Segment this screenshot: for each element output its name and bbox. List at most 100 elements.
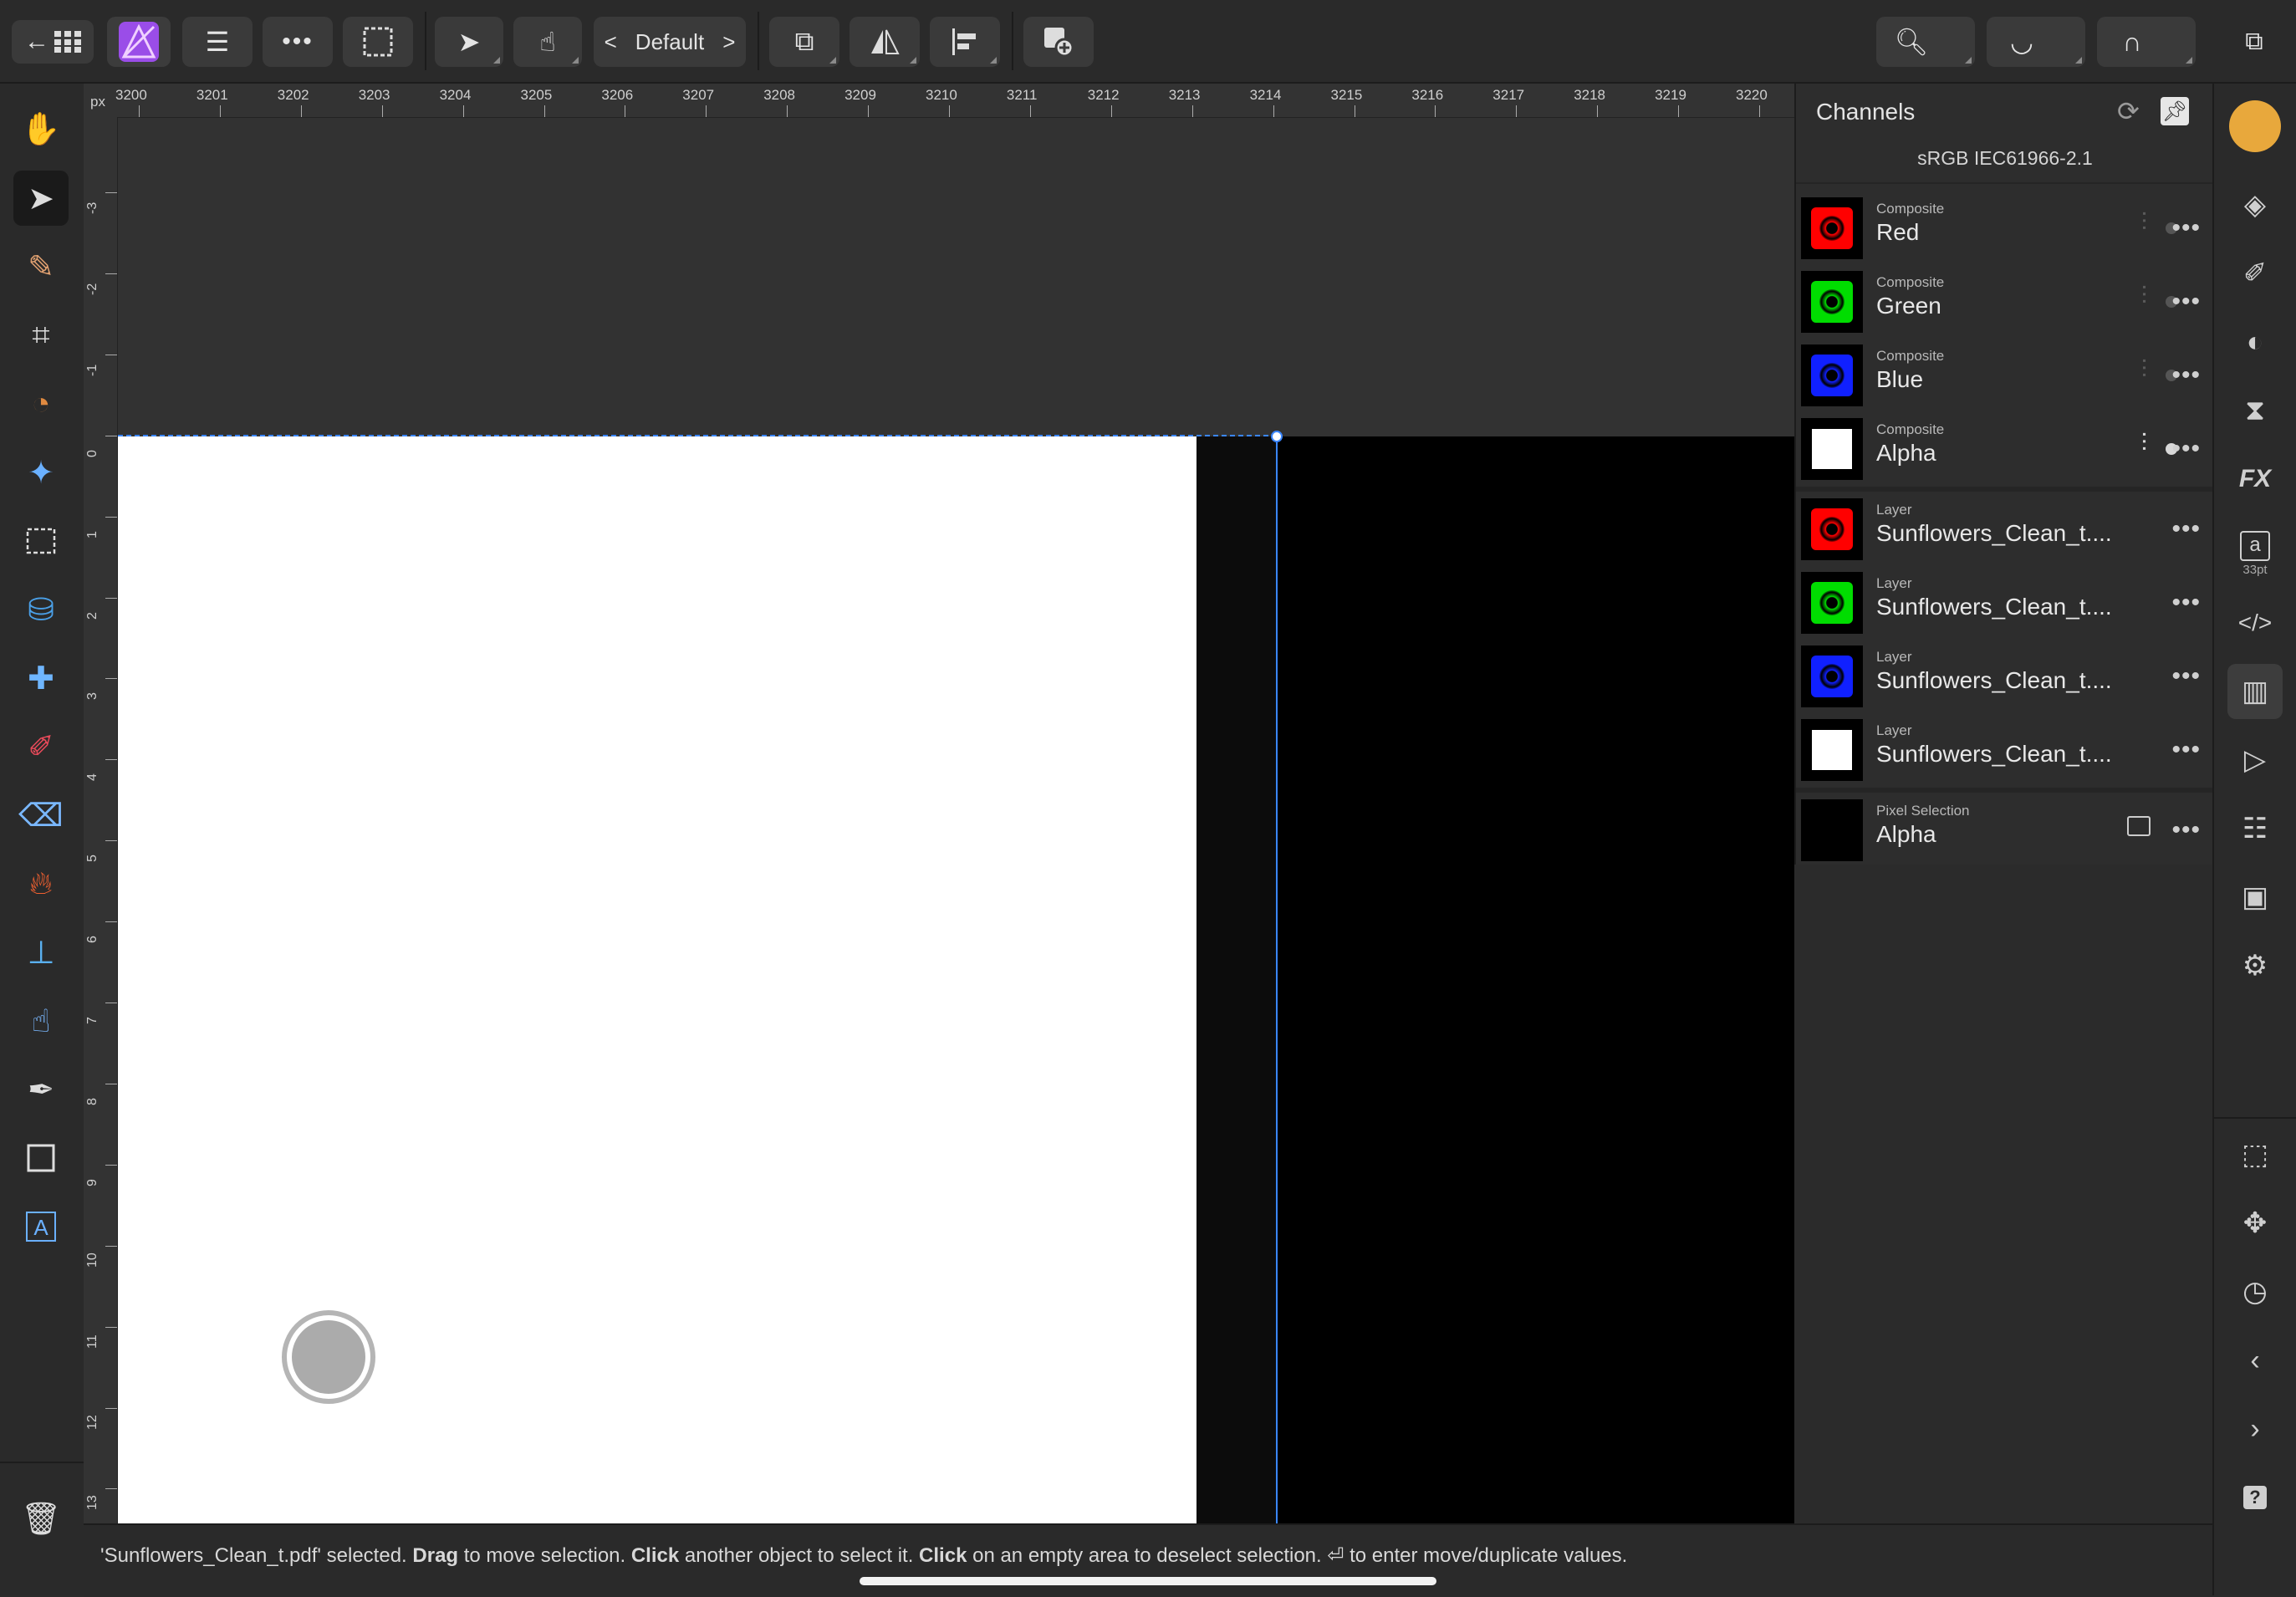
paint-brush-tool[interactable]: ✐ bbox=[13, 719, 69, 774]
more-options-icon[interactable]: ••• bbox=[2171, 214, 2201, 242]
hand-tool[interactable]: ✋ bbox=[13, 102, 69, 157]
more-options-icon[interactable]: ••• bbox=[2171, 435, 2201, 463]
adjustments-studio-button[interactable]: ◐ bbox=[2227, 314, 2283, 370]
pixel-selection-row[interactable]: Pixel Selection Alpha ••• bbox=[1801, 794, 2209, 865]
collapse-left-button[interactable]: ‹ bbox=[2227, 1333, 2283, 1388]
flip-button[interactable] bbox=[850, 17, 920, 67]
navigator-studio-button[interactable]: ▣ bbox=[2227, 870, 2283, 925]
ruler-tick-label: 8 bbox=[85, 1097, 99, 1105]
collapse-right-button[interactable]: › bbox=[2227, 1401, 2283, 1457]
more-options-icon[interactable]: ••• bbox=[2171, 361, 2201, 390]
composite-channel-row[interactable]: Composite Green ⫶ ••• bbox=[1801, 266, 2209, 336]
pen-tool[interactable]: ✒ bbox=[13, 1062, 69, 1117]
back-to-home-button[interactable]: ← bbox=[12, 20, 94, 64]
move-tool-mode-button[interactable]: ➤ bbox=[435, 17, 503, 67]
flood-select-tool[interactable]: ✦ bbox=[13, 445, 69, 500]
composite-channel-row[interactable]: Composite Red ⫶ ••• bbox=[1801, 192, 2209, 263]
selection-handle[interactable] bbox=[1271, 431, 1283, 442]
stock-studio-button[interactable]: ☷ bbox=[2227, 801, 2283, 856]
selection-brush-tool[interactable]: ◔ bbox=[13, 376, 69, 431]
fx-studio-button[interactable]: FX bbox=[2227, 452, 2283, 507]
brushes-studio-button[interactable]: ✐ bbox=[2227, 246, 2283, 301]
touch-modifier-button[interactable] bbox=[282, 1310, 375, 1404]
preset-prev-button[interactable]: < bbox=[605, 29, 617, 55]
move-tool[interactable]: ➤ bbox=[13, 171, 69, 226]
smudge-brush-tool[interactable]: ☝ bbox=[13, 993, 69, 1049]
export-button[interactable]: ⧉ bbox=[2231, 17, 2278, 67]
align-button[interactable] bbox=[930, 17, 1000, 67]
layer-channel-row[interactable]: Layer Sunflowers_Clean_t.... ••• bbox=[1801, 567, 2209, 637]
channel-kind-label: Composite bbox=[1876, 348, 1945, 364]
marquee-tool[interactable] bbox=[13, 513, 69, 569]
document-settings-button[interactable]: ⚙ bbox=[2227, 938, 2283, 993]
layers-icon: ◈ bbox=[2243, 189, 2267, 221]
view-mode-button[interactable]: ◡ bbox=[1987, 17, 2085, 67]
brush-icon: ✐ bbox=[2242, 258, 2268, 289]
composite-channel-row[interactable]: Composite Blue ⫶ ••• bbox=[1801, 339, 2209, 410]
more-options-icon[interactable]: ••• bbox=[2171, 589, 2201, 617]
move-studio-button[interactable]: ✥ bbox=[2227, 1196, 2283, 1251]
channel-levels-button[interactable]: ⫶ bbox=[2141, 209, 2148, 237]
text-studio-button[interactable]: a 33pt bbox=[2227, 520, 2283, 587]
macros-studio-button[interactable]: ▷ bbox=[2227, 732, 2283, 788]
preset-selector[interactable]: < Default > bbox=[594, 17, 746, 67]
transform-studio-button[interactable]: ⬚ bbox=[2227, 1127, 2283, 1182]
help-button[interactable]: ? bbox=[2227, 1470, 2283, 1525]
channel-levels-button[interactable]: ⫶ bbox=[2141, 430, 2148, 458]
more-options-icon[interactable]: ••• bbox=[2171, 288, 2201, 316]
layer-channel-row[interactable]: Layer Sunflowers_Clean_t.... ••• bbox=[1801, 493, 2209, 564]
refresh-icon[interactable]: ⟳ bbox=[2117, 95, 2140, 127]
cursor-arrow-icon: ➤ bbox=[457, 27, 481, 57]
more-options-icon[interactable]: ••• bbox=[2171, 662, 2201, 691]
color-studio-button[interactable] bbox=[2227, 99, 2283, 154]
crop-tool[interactable]: ⌗ bbox=[13, 308, 69, 363]
ruler-tick-label: 1 bbox=[85, 530, 99, 538]
add-layer-button[interactable] bbox=[1023, 17, 1094, 67]
erase-brush-tool[interactable]: ⌫ bbox=[13, 788, 69, 843]
flood-fill-tool[interactable]: ⛁ bbox=[13, 582, 69, 637]
document-canvas[interactable] bbox=[118, 118, 1794, 1523]
code-studio-button[interactable]: </> bbox=[2227, 595, 2283, 651]
snapping-button[interactable]: ∩ bbox=[2097, 17, 2196, 67]
color-picker-tool[interactable]: ✎ bbox=[13, 239, 69, 294]
zoom-button[interactable]: 🔍︎ bbox=[1876, 17, 1975, 67]
channel-levels-button[interactable]: ⫶ bbox=[2141, 356, 2148, 385]
preset-next-button[interactable]: > bbox=[722, 29, 735, 55]
pin-panel-button[interactable]: 📌︎ bbox=[2161, 97, 2189, 125]
layer-channel-row[interactable]: Layer Sunflowers_Clean_t.... ••• bbox=[1801, 714, 2209, 784]
layers-studio-button[interactable]: ◈ bbox=[2227, 177, 2283, 232]
history-studio-button[interactable]: ⧗ bbox=[2227, 383, 2283, 438]
history-clock-button[interactable]: ◷ bbox=[2227, 1264, 2283, 1319]
channel-kind-label: Composite bbox=[1876, 274, 1945, 290]
composite-channel-row[interactable]: Composite Alpha ⫶ ••• bbox=[1801, 413, 2209, 483]
app-persona-button[interactable] bbox=[107, 17, 171, 67]
clone-brush-tool[interactable]: ⊥ bbox=[13, 925, 69, 980]
pin-icon: 📌︎ bbox=[2161, 99, 2188, 123]
svg-text:A: A bbox=[33, 1215, 48, 1240]
more-options-icon[interactable]: ••• bbox=[2171, 736, 2201, 764]
selection-button[interactable] bbox=[343, 17, 413, 67]
delete-button[interactable]: 🗑︎ bbox=[13, 1492, 69, 1547]
ruler-tick-label: 3200 bbox=[115, 87, 147, 103]
text-tool[interactable]: A bbox=[13, 1199, 69, 1254]
home-indicator[interactable] bbox=[860, 1577, 1436, 1585]
arrange-button[interactable]: ⧉ bbox=[769, 17, 839, 67]
touch-mode-button[interactable]: ☝ bbox=[513, 17, 582, 67]
horizontal-ruler: px 3200 3201 3202 3203 3204 3205 3206 3207 3208 3… bbox=[84, 84, 1794, 118]
layer-channel-row[interactable]: Layer Sunflowers_Clean_t.... ••• bbox=[1801, 640, 2209, 711]
channels-studio-button[interactable]: ▥ bbox=[2227, 664, 2283, 719]
channel-swatch bbox=[1811, 207, 1853, 249]
healing-brush-tool[interactable]: ✚ bbox=[13, 651, 69, 706]
rectangle-tool[interactable] bbox=[13, 1130, 69, 1186]
invert-selection-icon[interactable] bbox=[2127, 816, 2151, 836]
channel-thumbnail bbox=[1801, 719, 1863, 781]
more-button[interactable]: ••• bbox=[263, 17, 333, 67]
more-options-icon[interactable]: ••• bbox=[2171, 816, 2201, 844]
more-options-icon[interactable]: ••• bbox=[2171, 515, 2201, 543]
ruler-tick-label: 3205 bbox=[520, 87, 553, 103]
ruler-tick bbox=[381, 105, 383, 117]
menu-button[interactable]: ☰ bbox=[182, 17, 253, 67]
burn-brush-tool[interactable]: 🔥︎ bbox=[13, 856, 69, 911]
channel-levels-button[interactable]: ⫶ bbox=[2141, 283, 2148, 311]
adjustment-icon: ◐ bbox=[2246, 325, 2264, 358]
